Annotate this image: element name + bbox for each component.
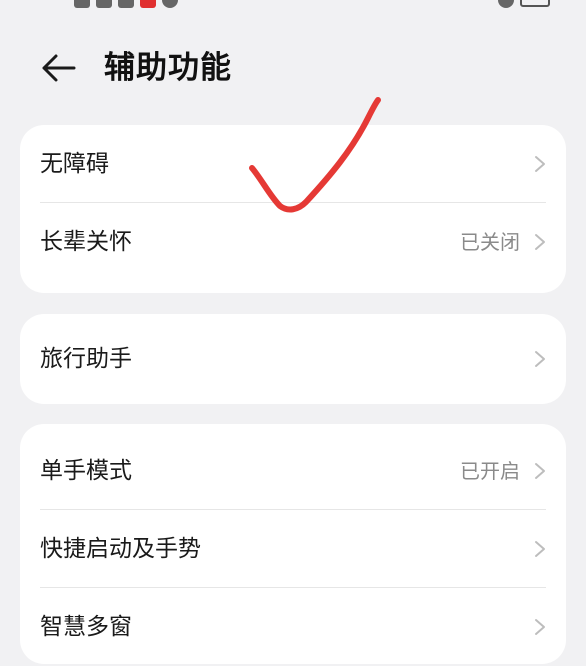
notification-icon (74, 0, 90, 8)
settings-item-one-hand-mode[interactable]: 单手模式 已开启 (20, 432, 566, 510)
settings-item-shortcuts-gestures[interactable]: 快捷启动及手势 (20, 510, 566, 588)
page-title: 辅助功能 (104, 50, 232, 86)
settings-group-2: 旅行助手 (20, 314, 566, 404)
chevron-right-icon (535, 351, 545, 367)
battery-icon (520, 0, 550, 7)
settings-item-elder-care[interactable]: 长辈关怀 已关闭 (20, 203, 566, 281)
signal-icon (96, 0, 112, 8)
settings-item-value: 已开启 (460, 459, 520, 483)
arrow-left-icon (42, 54, 76, 82)
status-bar-left-icons (74, 0, 178, 8)
settings-item-label: 旅行助手 (40, 346, 132, 372)
settings-item-travel-assistant[interactable]: 旅行助手 (20, 314, 566, 404)
settings-item-label: 智慧多窗 (40, 614, 132, 640)
chevron-right-icon (535, 234, 545, 250)
chevron-right-icon (535, 156, 545, 172)
settings-item-label: 长辈关怀 (40, 229, 132, 255)
settings-group-1: 无障碍 长辈关怀 已关闭 (20, 125, 566, 293)
settings-item-value: 已关闭 (460, 230, 520, 254)
settings-item-label: 快捷启动及手势 (40, 536, 201, 562)
sync-icon (162, 0, 178, 8)
settings-item-label: 单手模式 (40, 458, 132, 484)
back-button[interactable] (38, 48, 78, 88)
page-header: 辅助功能 (0, 36, 586, 100)
settings-item-smart-multi-window[interactable]: 智慧多窗 (20, 588, 566, 666)
wifi-icon (118, 0, 134, 8)
settings-group-3: 单手模式 已开启 快捷启动及手势 智慧多窗 (20, 424, 566, 664)
settings-item-accessibility[interactable]: 无障碍 (20, 125, 566, 203)
app-notification-icon (140, 0, 156, 8)
chevron-right-icon (535, 541, 545, 557)
settings-item-label: 无障碍 (40, 151, 109, 177)
status-bar-right-icons (498, 0, 550, 8)
alarm-icon (498, 0, 514, 8)
chevron-right-icon (535, 619, 545, 635)
chevron-right-icon (535, 463, 545, 479)
status-bar (0, 0, 586, 14)
